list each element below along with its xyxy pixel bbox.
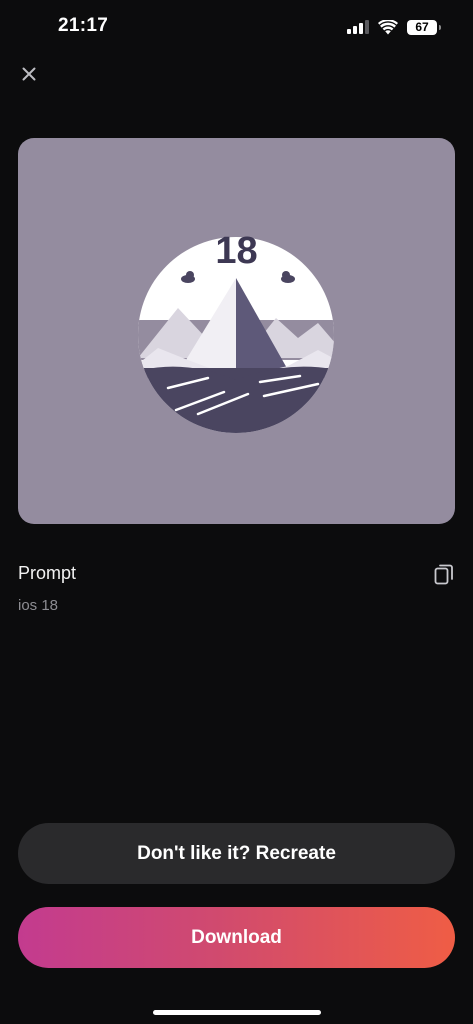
image-result-screen: 21:17 67 18 Prompt ios 18 Don't like it?…	[0, 0, 473, 1024]
generated-image[interactable]: 18	[18, 138, 455, 524]
recreate-button[interactable]: Don't like it? Recreate	[18, 823, 455, 884]
download-button[interactable]: Download	[18, 907, 455, 968]
battery-icon: 67	[407, 19, 441, 35]
copy-icon	[434, 564, 453, 585]
status-bar-icons: 67	[347, 17, 441, 37]
close-icon	[22, 67, 36, 81]
wifi-icon	[378, 19, 398, 34]
mountain-badge-artwork	[138, 237, 334, 433]
battery-level: 67	[415, 20, 429, 34]
status-time: 21:17	[58, 15, 109, 36]
download-button-label: Download	[191, 926, 282, 948]
home-indicator[interactable]	[153, 1010, 321, 1015]
badge-number: 18	[215, 230, 258, 272]
close-button[interactable]	[18, 63, 40, 85]
signal-icon	[347, 20, 369, 34]
prompt-text: ios 18	[18, 597, 59, 614]
prompt-title: Prompt	[18, 563, 77, 583]
recreate-button-label: Don't like it? Recreate	[137, 842, 336, 864]
copy-prompt-button[interactable]	[432, 562, 456, 586]
